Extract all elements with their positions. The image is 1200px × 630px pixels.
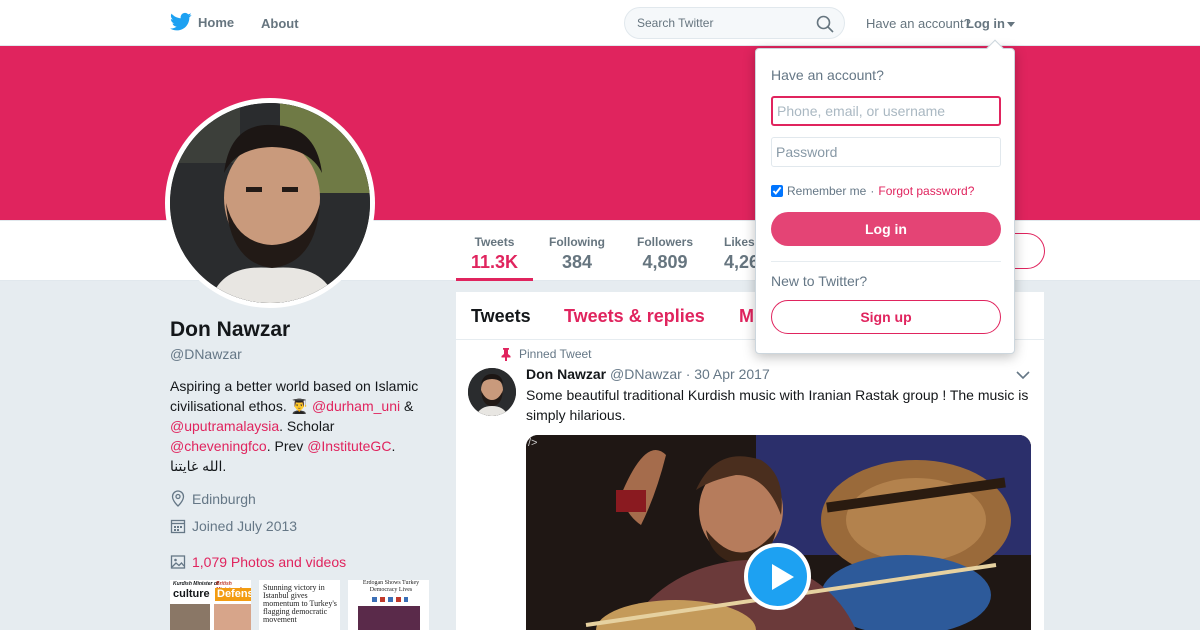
twitter-bird-icon [170,12,192,31]
tab-tweets[interactable]: Tweets [471,306,531,327]
location-pin-icon [171,490,185,507]
tweet-date[interactable]: · 30 Apr 2017 [686,366,770,382]
chevron-down-icon[interactable] [1016,370,1030,380]
media-thumbnail[interactable]: Kurdish Minister of culture British Mini… [170,580,251,630]
login-button[interactable]: Log in [771,212,1001,246]
tweet-header: Don Nawzar @DNawzar · 30 Apr 2017 [526,366,770,382]
stat-value: 11.3K [470,252,519,272]
top-navigation-bar: Home About Have an account? Log in [0,0,1200,46]
tweet-author-avatar[interactable] [468,368,516,416]
profile-avatar[interactable] [165,98,375,308]
video-overlay-text: /> [528,437,538,449]
bio-text: Aspiring a better world based on Islamic [170,378,419,394]
location-text: Edinburgh [192,490,256,507]
bio-text: . Prev [266,438,308,454]
remember-me-row: Remember me · Forgot password? [771,184,974,198]
profile-location: Edinburgh [170,490,256,507]
tweet-video[interactable]: /> [526,435,1031,630]
nav-about-link[interactable]: About [261,16,299,31]
profile-bio: Aspiring a better world based on Islamic… [170,376,432,476]
stat-following[interactable]: Following 384 [540,221,614,281]
username-field[interactable] [771,96,1001,126]
bio-mention-link[interactable]: @uputramalaysia [170,418,279,434]
login-toggle-label: Log in [966,16,1005,31]
signup-button[interactable]: Sign up [771,300,1001,334]
have-account-text: Have an account? [866,16,971,31]
nav-home-label: Home [198,14,235,30]
remember-me-checkbox[interactable] [771,185,783,197]
avatar-image [170,103,370,303]
tweet-author-name[interactable]: Don Nawzar [526,366,606,382]
profile-name: Don Nawzar [170,318,291,341]
dropdown-title: Have an account? [771,67,884,83]
tab-tweets-and-replies[interactable]: Tweets & replies [564,306,705,327]
search-icon[interactable] [816,15,834,33]
joined-text: Joined July 2013 [192,518,298,534]
divider [771,261,1001,262]
search-box[interactable] [624,7,845,39]
pinned-tweet-label: Pinned Tweet [501,347,592,361]
profile-handle: @DNawzar [170,346,242,362]
media-thumbnail[interactable]: Stunning victory in Istanbul gives momen… [259,580,340,630]
stat-label: Tweets [474,235,515,249]
bio-text: . [391,438,396,454]
password-field[interactable] [771,137,1001,167]
play-icon[interactable] [744,543,811,610]
forgot-password-link[interactable]: Forgot password? [878,184,974,198]
search-input[interactable] [637,16,812,30]
photos-videos-label: 1,079 Photos and videos [192,554,347,570]
image-icon [170,555,186,569]
remember-me-label[interactable]: Remember me [787,184,866,198]
media-thumbnail[interactable]: Erdogan Shows Turkey Democracy Lives [348,580,429,630]
pinned-text: Pinned Tweet [519,347,592,361]
nav-home-link[interactable]: Home [170,12,234,32]
login-dropdown-toggle[interactable]: Log in [966,16,1015,31]
tab-media[interactable]: M [739,306,754,327]
bio-text: . Scholar [279,418,335,434]
bio-mention-link[interactable]: @InstituteGC [307,438,391,454]
bio-mention-link[interactable]: @cheveningfco [170,438,267,454]
thumb-caption: Erdogan Shows Turkey Democracy Lives [362,580,420,593]
thumb-caption: Kurdish Minister of [173,581,219,587]
stat-value: 384 [561,252,593,272]
bio-text: & [400,398,414,414]
thumb-caption: Stunning victory in Istanbul gives momen… [263,583,337,624]
login-dropdown: Have an account? Remember me · Forgot pa… [755,39,1015,354]
tweet-author-handle[interactable]: @DNawzar [610,366,682,382]
profile-joined: Joined July 2013 [170,518,297,534]
separator-dot: · [870,184,875,198]
bio-mention-link[interactable]: @durham_uni [312,398,400,414]
calendar-icon [170,519,186,534]
graduate-emoji: 👨‍🎓 [290,398,309,414]
thumb-caption: Defense [217,588,251,600]
stat-value: 4,809 [642,252,688,272]
stat-label: Following [549,235,605,249]
pin-icon [501,347,511,361]
stat-label: Followers [636,235,693,249]
stat-tweets[interactable]: Tweets 11.3K [456,221,533,281]
bio-arabic-text: الله غايتنا. [170,458,227,474]
photos-videos-link[interactable]: 1,079 Photos and videos [170,554,346,570]
bio-text: civilisational ethos. [170,398,291,414]
chevron-down-icon [1007,22,1015,28]
stat-followers[interactable]: Followers 4,809 [628,221,702,281]
thumb-caption: culture [173,588,210,600]
tweet-text: Some beautiful traditional Kurdish music… [526,387,1029,423]
new-to-twitter-text: New to Twitter? [771,273,868,289]
